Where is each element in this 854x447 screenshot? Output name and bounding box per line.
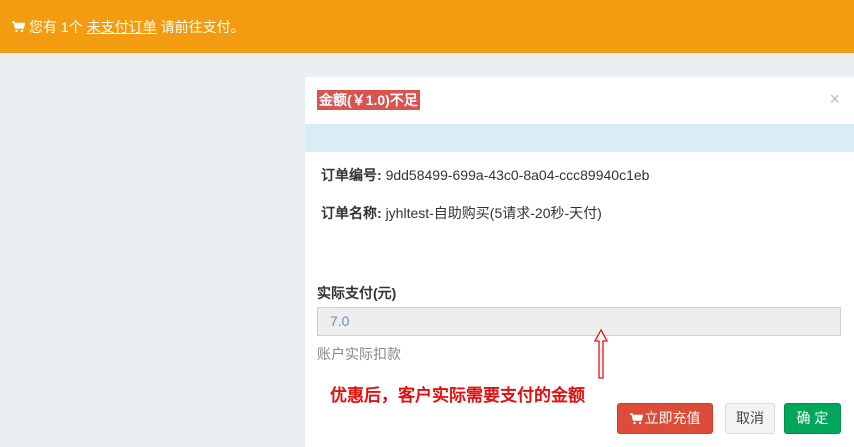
order-number-label: 订单编号: bbox=[321, 167, 382, 183]
close-icon[interactable]: × bbox=[829, 89, 840, 109]
order-number-row: 订单编号: 9dd58499-699a-43c0-8a04-ccc89940c1… bbox=[321, 165, 649, 185]
recharge-button[interactable]: 立即充值 bbox=[617, 403, 713, 434]
order-name-value: jyhltest-自助购买(5请求-20秒-天付) bbox=[385, 205, 602, 221]
confirm-button[interactable]: 确 定 bbox=[784, 403, 841, 434]
actual-payment-input[interactable]: 7.0 bbox=[317, 307, 841, 336]
modal-title: 金额(￥1.0)不足 bbox=[317, 90, 420, 110]
order-name-row: 订单名称: jyhltest-自助购买(5请求-20秒-天付) bbox=[321, 203, 602, 223]
deduction-help-text: 账户实际扣款 bbox=[317, 346, 401, 362]
alert-bar: 您有 1个 未支付订单 请前往支付。 bbox=[0, 0, 854, 53]
modal-header: 金额(￥1.0)不足 × bbox=[305, 77, 854, 124]
unpaid-order-link[interactable]: 未支付订单 bbox=[87, 17, 157, 37]
alert-suffix: 请前往支付。 bbox=[160, 18, 245, 35]
alert-prefix: 您有 1个 bbox=[29, 18, 83, 35]
cancel-button[interactable]: 取消 bbox=[725, 403, 775, 434]
annotation-arrow-icon bbox=[594, 329, 608, 379]
cart-icon bbox=[12, 20, 25, 32]
cart-icon bbox=[629, 412, 643, 424]
actual-payment-label: 实际支付(元) bbox=[317, 285, 397, 301]
info-strip bbox=[305, 124, 854, 152]
order-name-label: 订单名称: bbox=[321, 205, 382, 221]
annotation-text: 优惠后，客户实际需要支付的金额 bbox=[330, 386, 585, 406]
recharge-label: 立即充值 bbox=[644, 410, 701, 426]
order-number-value: 9dd58499-699a-43c0-8a04-ccc89940c1eb bbox=[385, 167, 650, 183]
